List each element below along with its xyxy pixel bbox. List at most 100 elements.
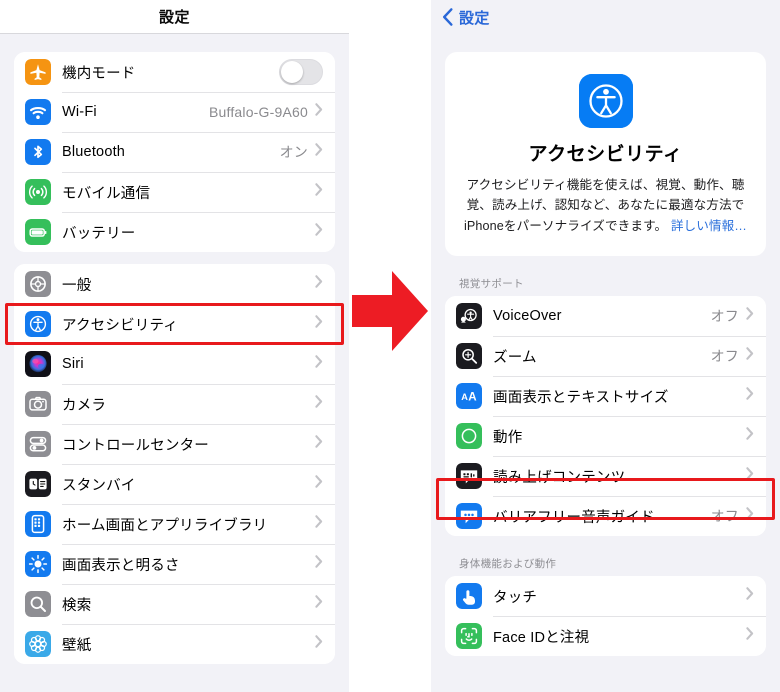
- back-button-label: 設定: [459, 9, 490, 27]
- chevron-right-icon: [746, 347, 754, 365]
- bluetooth-icon: [25, 139, 51, 165]
- chevron-right-icon: [315, 223, 323, 241]
- toggle-switch[interactable]: [279, 59, 323, 85]
- text-size-icon: A A: [456, 383, 482, 410]
- section-header: 視覚サポート: [459, 278, 524, 291]
- home-screen-icon: [25, 511, 51, 537]
- accessibility-group-1: タッチ Face IDと注視: [445, 576, 766, 657]
- accessibility-hero-card: アクセシビリティ アクセシビリティ機能を使えば、視覚、動作、聴覚、読み上げ、認知…: [445, 52, 766, 257]
- settings-row-system-3[interactable]: カメラ: [14, 384, 335, 424]
- left-settings-list[interactable]: 機内モード Wi-Fi Buffalo-G-9A60 Bluetooth オン モバイ…: [0, 52, 349, 664]
- section-header-wrap: 視覚サポート: [431, 276, 780, 291]
- airplane-icon: [25, 59, 51, 85]
- accessibility-row-0-5[interactable]: バリアフリー音声ガイド オフ: [445, 496, 766, 537]
- row-label: Siri: [62, 356, 84, 372]
- row-label: 一般: [62, 277, 92, 294]
- accessibility-row-0-4[interactable]: 読み上げコンテンツ: [445, 456, 766, 497]
- face-id-icon: [456, 623, 482, 650]
- row-label: コントロールセンター: [62, 437, 209, 454]
- row-label: アクセシビリティ: [62, 317, 179, 334]
- settings-row-connectivity-4[interactable]: バッテリー: [14, 212, 335, 252]
- back-button[interactable]: 設定: [442, 7, 490, 28]
- touch-icon: [456, 583, 482, 610]
- row-label: 動作: [493, 429, 523, 446]
- row-label: 画面表示とテキストサイズ: [493, 389, 669, 406]
- row-label: 壁紙: [62, 637, 92, 654]
- settings-row-system-0[interactable]: 一般: [14, 264, 335, 304]
- settings-panel-left: 設定 機内モード Wi-Fi Buffalo-G-9A60 Bluetooth オン …: [0, 0, 349, 692]
- accessibility-group-0: VoiceOver オフ ズーム オフ A A 画面表示とテキストサイズ 動作: [445, 296, 766, 537]
- chevron-right-icon: [746, 627, 754, 645]
- row-label: ズーム: [493, 349, 537, 366]
- accessibility-row-0-0[interactable]: VoiceOver オフ: [445, 296, 766, 337]
- motion-icon: [456, 423, 482, 450]
- chevron-right-icon: [315, 315, 323, 333]
- settings-row-system-6[interactable]: ホーム画面とアプリライブラリ: [14, 504, 335, 544]
- voiceover-icon: [456, 303, 482, 330]
- brightness-icon: [25, 551, 51, 577]
- row-value: オフ: [710, 348, 739, 365]
- settings-group-system: 一般 アクセシビリティ Siri カメラ コントロールセンター スタンバイ ホー…: [14, 264, 335, 664]
- row-label: Face IDと注視: [493, 629, 590, 646]
- chevron-left-icon: [442, 8, 453, 26]
- search-icon: [25, 591, 51, 617]
- chevron-right-icon: [315, 435, 323, 453]
- row-label: カメラ: [62, 397, 107, 414]
- settings-row-connectivity-3[interactable]: モバイル通信: [14, 172, 335, 212]
- settings-row-system-1[interactable]: アクセシビリティ: [14, 304, 335, 344]
- control-center-icon: [25, 431, 51, 457]
- hero-description: アクセシビリティ機能を使えば、視覚、動作、聴覚、読み上げ、認知など、あなたに最適…: [461, 175, 750, 236]
- row-label: バリアフリー音声ガイド: [493, 509, 655, 526]
- learn-more-link[interactable]: 詳しい情報…: [671, 219, 747, 233]
- chevron-right-icon: [746, 307, 754, 325]
- screenshot-root: 設定 機内モード Wi-Fi Buffalo-G-9A60 Bluetooth オン …: [0, 0, 780, 692]
- row-label: VoiceOver: [493, 308, 562, 325]
- settings-row-system-4[interactable]: コントロールセンター: [14, 424, 335, 464]
- row-label: Wi-Fi: [62, 104, 97, 120]
- chevron-right-icon: [315, 143, 323, 161]
- settings-row-system-9[interactable]: 壁紙: [14, 624, 335, 664]
- section-header-wrap: 身体機能および動作: [431, 556, 780, 571]
- row-label: 読み上げコンテンツ: [493, 469, 626, 486]
- standby-icon: [25, 471, 51, 497]
- row-value: オン: [279, 144, 308, 160]
- settings-row-system-7[interactable]: 画面表示と明るさ: [14, 544, 335, 584]
- wifi-icon: [25, 99, 51, 125]
- settings-row-system-2[interactable]: Siri: [14, 344, 335, 384]
- accessibility-row-0-2[interactable]: A A 画面表示とテキストサイズ: [445, 376, 766, 417]
- accessibility-settings-list[interactable]: 視覚サポート VoiceOver オフ ズーム オフ A A 画面表示とテキストサイズ …: [431, 276, 780, 657]
- spoken-content-icon: [456, 463, 482, 490]
- row-label: Bluetooth: [62, 144, 126, 160]
- row-label: 検索: [62, 597, 92, 614]
- row-label: タッチ: [493, 589, 538, 606]
- settings-row-connectivity-2[interactable]: Bluetooth オン: [14, 132, 335, 172]
- chevron-right-icon: [746, 427, 754, 445]
- chevron-right-icon: [746, 467, 754, 485]
- accessibility-row-1-1[interactable]: Face IDと注視: [445, 616, 766, 657]
- settings-row-system-8[interactable]: 検索: [14, 584, 335, 624]
- chevron-right-icon: [315, 103, 323, 121]
- row-label: バッテリー: [62, 225, 136, 242]
- cellular-icon: [25, 179, 51, 205]
- svg-text:A: A: [468, 391, 477, 404]
- row-label: スタンバイ: [62, 477, 136, 494]
- accessibility-row-0-1[interactable]: ズーム オフ: [445, 336, 766, 377]
- left-navbar: 設定: [0, 0, 349, 34]
- accessibility-row-1-0[interactable]: タッチ: [445, 576, 766, 617]
- chevron-right-icon: [315, 183, 323, 201]
- right-navbar: 設定: [431, 0, 780, 34]
- row-value: Buffalo-G-9A60: [208, 104, 308, 120]
- page-title: 設定: [158, 9, 190, 26]
- battery-icon: [25, 219, 51, 245]
- accessibility-icon: [25, 311, 51, 337]
- toggle-knob: [281, 61, 303, 83]
- chevron-right-icon: [746, 587, 754, 605]
- row-value: オフ: [710, 308, 739, 325]
- wallpaper-icon: [25, 631, 51, 657]
- chevron-right-icon: [315, 355, 323, 373]
- settings-row-system-5[interactable]: スタンバイ: [14, 464, 335, 504]
- settings-row-connectivity-1[interactable]: Wi-Fi Buffalo-G-9A60: [14, 92, 335, 132]
- settings-row-connectivity-0[interactable]: 機内モード: [14, 52, 335, 92]
- accessibility-icon: [578, 74, 633, 128]
- accessibility-row-0-3[interactable]: 動作: [445, 416, 766, 457]
